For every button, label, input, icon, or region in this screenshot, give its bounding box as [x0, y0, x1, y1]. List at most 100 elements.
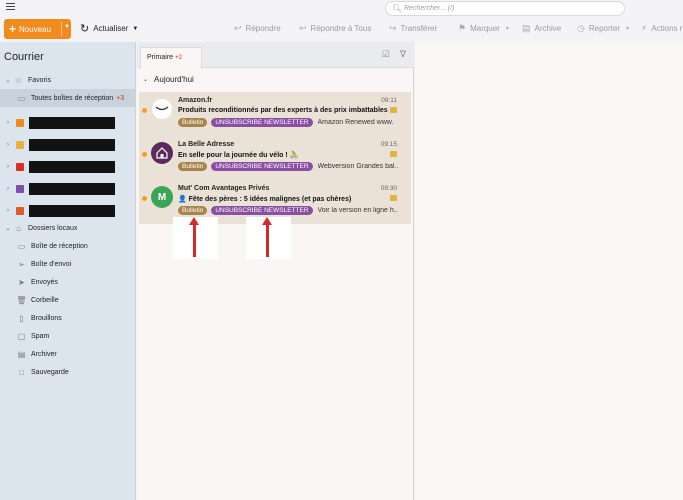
- tab-bar: Primaire +2 ☑ ∇: [137, 42, 414, 69]
- free-icon: [16, 207, 24, 215]
- folder-icon: □: [19, 367, 24, 377]
- reading-pane: [415, 42, 683, 500]
- redacted-account-name: [29, 205, 115, 217]
- reply-all-label: Répondre à Tous: [310, 24, 372, 33]
- bulletin-tag[interactable]: Bulletin: [178, 118, 208, 127]
- sidebar-item-backup[interactable]: □ Sauvegarde: [0, 363, 136, 381]
- reply-icon: ↩: [234, 23, 242, 33]
- house-logo-avatar: [151, 142, 173, 164]
- sidebar-item-label: Dossiers locaux: [28, 224, 78, 232]
- chevron-down-icon: ▼: [504, 25, 510, 32]
- forward-button[interactable]: ↪ Transférer: [389, 23, 437, 34]
- sidebar-item-all-inboxes[interactable]: ▭ Toutes boîtes de réception +3: [0, 89, 136, 107]
- report-button[interactable]: ◷ Reporter ▼: [577, 23, 630, 34]
- refresh-button[interactable]: ↻ Actualiser ▼: [80, 22, 138, 35]
- message-sender: La Belle Adresse: [178, 141, 235, 148]
- sidebar-account-1[interactable]: ›: [0, 114, 136, 132]
- tab-label: Primaire: [147, 54, 174, 61]
- divider: [61, 22, 62, 36]
- message-row[interactable]: La Belle Adresse 09:15 En selle pour la …: [139, 136, 411, 180]
- envelope-icon: [390, 195, 397, 201]
- sidebar-account-5[interactable]: ›: [0, 202, 136, 220]
- sidebar-account-2[interactable]: ›: [0, 136, 136, 154]
- unsubscribe-tag[interactable]: UNSUBSCRIBE NEWSLETTER: [211, 118, 313, 127]
- tab-primary[interactable]: Primaire +2: [140, 47, 202, 69]
- unsubscribe-tag[interactable]: UNSUBSCRIBE NEWSLETTER: [211, 206, 313, 215]
- redacted-account-name: [29, 161, 115, 173]
- new-message-button[interactable]: + Nouveau ▼: [4, 19, 71, 39]
- unread-badge: +3: [116, 94, 125, 102]
- account-icon: [16, 119, 24, 127]
- search-box[interactable]: 🔍︎: [385, 1, 625, 16]
- sidebar-item-inbox[interactable]: ▭ Boîte de réception: [0, 237, 136, 255]
- mark-button[interactable]: ⚑ Marquer ▼: [458, 23, 510, 34]
- search-icon: 🔍︎: [392, 4, 403, 13]
- chevron-right-icon[interactable]: ›: [3, 142, 13, 148]
- report-label: Reporter: [588, 24, 620, 33]
- account-icon: [16, 141, 24, 149]
- message-subject: 👤 Fête des pères : 5 idées malignes (et …: [178, 196, 352, 203]
- search-input[interactable]: [404, 5, 604, 12]
- bulletin-tag[interactable]: Bulletin: [178, 206, 208, 215]
- hamburger-menu-icon[interactable]: [6, 3, 15, 10]
- message-row[interactable]: Amazon.fr 09:11 Produits reconditionnés …: [139, 92, 411, 136]
- message-time: 09:15: [380, 141, 397, 148]
- chevron-down-icon[interactable]: ⌄: [3, 225, 13, 232]
- sidebar-item-spam[interactable]: ▢ Spam: [0, 327, 136, 345]
- flag-icon: ⚑: [458, 23, 467, 33]
- message-preview: Voir la version en ligne h..: [317, 207, 398, 214]
- sidebar-item-label: Boîte de réception: [31, 242, 88, 250]
- unread-dot: [142, 108, 147, 113]
- actions-button[interactable]: ⚡︎ Actions r: [641, 23, 682, 34]
- chevron-down-icon[interactable]: ▼: [64, 24, 70, 30]
- chevron-right-icon[interactable]: ›: [3, 164, 13, 170]
- sidebar-account-4[interactable]: ›: [0, 180, 136, 198]
- mark-label: Marquer: [470, 24, 500, 33]
- chevron-down-icon[interactable]: ⌄: [143, 76, 148, 83]
- message-tags: Bulletin UNSUBSCRIBE NEWSLETTER Voir la …: [178, 206, 408, 215]
- envelope-icon: [390, 151, 397, 157]
- refresh-label: Actualiser: [93, 24, 129, 33]
- sidebar-item-outbox[interactable]: ➢ Boîte d'envoi: [0, 255, 136, 273]
- envelope-icon: [390, 107, 397, 113]
- sidebar-title: Courrier: [4, 51, 44, 63]
- sidebar-item-trash[interactable]: 🗑︎ Corbeille: [0, 291, 136, 309]
- chevron-right-icon[interactable]: ›: [3, 186, 13, 192]
- unread-dot: [142, 152, 147, 157]
- sidebar-item-label: Boîte d'envoi: [31, 260, 72, 268]
- reply-button[interactable]: ↩ Répondre: [234, 23, 281, 34]
- message-list-pane: Primaire +2 ☑ ∇ ⌄ Aujourd'hui Amazon.fr 0…: [137, 42, 414, 500]
- chevron-down-icon[interactable]: ⌄: [3, 77, 13, 84]
- filter-icon[interactable]: ∇: [400, 49, 406, 60]
- sidebar-item-drafts[interactable]: ▯ Brouillons: [0, 309, 136, 327]
- sidebar-item-label: Sauvegarde: [31, 368, 69, 376]
- chevron-right-icon[interactable]: ›: [3, 120, 13, 126]
- reply-all-button[interactable]: ↩ Répondre à Tous: [299, 23, 371, 34]
- chevron-right-icon[interactable]: ›: [3, 208, 13, 214]
- message-time: 09:30: [380, 185, 397, 192]
- sidebar-item-sent[interactable]: ➤ Envoyés: [0, 273, 136, 291]
- home-icon: ⌂: [16, 223, 21, 233]
- sidebar-item-local-folders[interactable]: ⌄ ⌂ Dossiers locaux: [0, 219, 136, 237]
- unsubscribe-tag[interactable]: UNSUBSCRIBE NEWSLETTER: [211, 162, 313, 171]
- sidebar-item-favorites[interactable]: ⌄ ☆ Favoris: [0, 71, 136, 89]
- bulletin-tag[interactable]: Bulletin: [178, 162, 208, 171]
- archive-label: Archive: [534, 24, 562, 33]
- archive-button[interactable]: ▤ Archive: [522, 23, 561, 34]
- select-all-icon[interactable]: ☑: [382, 49, 390, 60]
- message-subject: Produits reconditionnés par des experts …: [178, 107, 388, 114]
- unread-dot: [142, 196, 147, 201]
- group-header-today[interactable]: ⌄ Aujourd'hui: [143, 75, 194, 84]
- refresh-icon: ↻: [80, 23, 90, 35]
- star-icon: ☆: [14, 75, 23, 85]
- reply-all-icon: ↩: [299, 23, 307, 33]
- message-sender: Mut' Com Avantages Privés: [178, 185, 270, 192]
- archive-icon: ▤: [522, 23, 531, 33]
- top-toolbar: 🔍︎ + Nouveau ▼ ↻ Actualiser ▼ ↩ Répondre…: [0, 0, 683, 42]
- sidebar-account-3[interactable]: ›: [0, 158, 136, 176]
- sidebar-item-label: Spam: [31, 332, 50, 340]
- sidebar-item-archive[interactable]: ▤ Archiver: [0, 345, 136, 363]
- lightning-icon: ⚡︎: [641, 23, 648, 33]
- chevron-down-icon[interactable]: ▼: [132, 26, 138, 32]
- tab-count-badge: +2: [175, 55, 182, 61]
